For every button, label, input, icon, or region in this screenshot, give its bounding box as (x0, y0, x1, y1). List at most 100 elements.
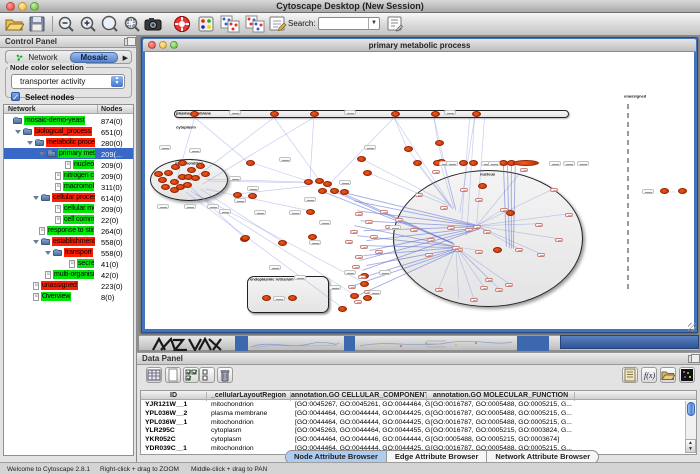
graph-node-outline[interactable] (425, 253, 433, 257)
graph-node-outline[interactable] (535, 223, 543, 227)
graph-node-outline[interactable] (365, 220, 373, 224)
graph-node-outline[interactable] (375, 250, 383, 254)
graph-node-outline[interactable] (370, 235, 378, 239)
graph-node[interactable] (187, 167, 196, 173)
graph-node[interactable] (288, 295, 297, 301)
tree-row[interactable]: secretion41(0) (4, 258, 133, 269)
network-view-window[interactable]: primary metabolic process plasma membran… (141, 37, 698, 333)
graph-node-outline[interactable] (500, 208, 508, 212)
tree-row[interactable]: primary metabo209(... (4, 148, 133, 159)
graph-node[interactable] (357, 156, 366, 162)
float-icon[interactable] (688, 355, 696, 363)
tree-row[interactable]: cellular metabol209(0) (4, 203, 133, 214)
zoom-selected-icon[interactable] (122, 15, 142, 33)
graph-node-outline[interactable] (395, 218, 403, 222)
tree-row[interactable]: cell communicat22(0) (4, 214, 133, 225)
float-icon[interactable] (124, 38, 132, 46)
graph-node-outline[interactable] (515, 248, 523, 252)
graph-node-outline[interactable] (345, 240, 353, 244)
search-input[interactable]: ▼ (318, 17, 380, 30)
graph-node-outline[interactable] (475, 198, 483, 202)
graph-node-outline[interactable] (358, 275, 366, 279)
graph-node[interactable] (270, 111, 279, 117)
tree-row[interactable]: macromolecule311(0) (4, 181, 133, 192)
background-windows[interactable] (139, 335, 699, 350)
attribute-table-header[interactable]: ID_cellularLayoutRegionannotation.GO CEL… (141, 391, 696, 400)
zoom-out-icon[interactable] (56, 15, 76, 33)
graph-node-outline[interactable] (473, 225, 481, 229)
graph-node-outline[interactable] (435, 288, 443, 292)
minimize-button[interactable] (18, 2, 27, 11)
column-header[interactable]: annotation.GO MOLECULAR_FUNCTION (427, 392, 575, 401)
tree-row[interactable]: multi-organism pro42(0) (4, 269, 133, 280)
graph-node-outline[interactable] (350, 230, 358, 234)
snapshot-icon[interactable] (143, 15, 163, 33)
graph-node-outline[interactable] (348, 285, 356, 289)
graph-node-outline[interactable] (475, 250, 483, 254)
graph-node-outline[interactable] (483, 230, 491, 234)
graph-node[interactable] (248, 193, 257, 199)
table-mode-button[interactable] (146, 367, 162, 383)
graph-node[interactable] (431, 111, 440, 117)
graph-node[interactable] (363, 170, 372, 176)
graph-node-outline[interactable] (505, 283, 513, 287)
graph-node[interactable] (478, 183, 487, 189)
table-row[interactable]: YPL036W__2plasma membrane[GO:0044464, GO… (141, 410, 696, 419)
tree-row[interactable]: unassigned223(0) (4, 280, 133, 291)
open-file-icon[interactable] (4, 15, 24, 33)
graph-node-outline[interactable] (565, 213, 573, 217)
graph-node[interactable] (262, 295, 271, 301)
tree-row[interactable]: response to stimulu264(0) (4, 225, 133, 236)
graph-node[interactable] (340, 189, 349, 195)
graph-node-outline[interactable] (355, 212, 363, 216)
graph-node-outline[interactable] (355, 255, 363, 259)
inner-close-button[interactable] (148, 41, 156, 49)
graph-node-outline[interactable] (460, 188, 468, 192)
network-overlay-1-icon[interactable] (220, 15, 240, 33)
matrix-button[interactable] (679, 367, 695, 383)
inner-zoom-button[interactable] (170, 41, 178, 49)
graph-node[interactable] (201, 171, 210, 177)
search-dropdown-icon[interactable]: ▼ (368, 18, 379, 29)
column-header[interactable]: ID (141, 392, 207, 401)
graph-node-outline[interactable] (452, 246, 460, 250)
tab-network[interactable]: Network (8, 52, 68, 63)
graph-node[interactable] (350, 293, 359, 299)
graph-node[interactable] (196, 163, 205, 169)
graph-node-outline[interactable] (410, 228, 418, 232)
scrollbar-arrows[interactable]: ▲▼ (685, 439, 696, 453)
graph-node-outline[interactable] (360, 245, 368, 249)
inner-minimize-button[interactable] (159, 41, 167, 49)
help-icon[interactable] (172, 15, 192, 33)
graph-node-outline[interactable] (427, 238, 435, 242)
tree-row[interactable]: Overview8(0) (4, 291, 133, 302)
column-header[interactable]: _cellularLayoutRegion (207, 392, 291, 401)
graph-node-outline[interactable] (447, 226, 455, 230)
window-titlebar[interactable]: Cytoscape Desktop (New Session) (0, 0, 700, 13)
tree-row[interactable]: establishment of lo558(0) (4, 236, 133, 247)
graph-node-outline[interactable] (440, 206, 448, 210)
table-row[interactable]: YKR052Ccytoplasm[GO:0044464, GO:0044446,… (141, 436, 696, 445)
graph-node[interactable] (363, 295, 372, 301)
tree-row[interactable]: transport558(0) (4, 247, 133, 258)
form-icon[interactable] (385, 15, 405, 33)
graph-node[interactable] (660, 188, 669, 194)
expander-icon[interactable] (33, 240, 39, 244)
graph-node[interactable] (158, 177, 167, 183)
graph-node[interactable] (404, 146, 413, 152)
graph-node[interactable] (435, 140, 444, 146)
unselect-attributes-button[interactable] (199, 367, 215, 383)
network-overlay-2-icon[interactable] (245, 15, 265, 33)
expander-icon[interactable] (33, 196, 39, 200)
tab-mosaic[interactable]: Mosaic (70, 52, 118, 63)
table-row[interactable]: YLR295Ccytoplasm[GO:0045263, GO:0044464,… (141, 427, 696, 436)
column-header[interactable]: annotation.GO CELLULAR_COMPONENT (291, 392, 427, 401)
graph-node[interactable] (178, 160, 187, 166)
formula-button[interactable]: f(x) (641, 367, 657, 383)
tree-row[interactable]: mosaic-demo-yeast874(0) (4, 115, 133, 126)
graph-node[interactable] (360, 281, 369, 287)
tree-row[interactable]: nitrogen compo209(0) (4, 170, 133, 181)
zoom-in-icon[interactable] (78, 15, 98, 33)
zoom-button[interactable] (30, 2, 39, 11)
expander-icon[interactable] (45, 251, 51, 255)
